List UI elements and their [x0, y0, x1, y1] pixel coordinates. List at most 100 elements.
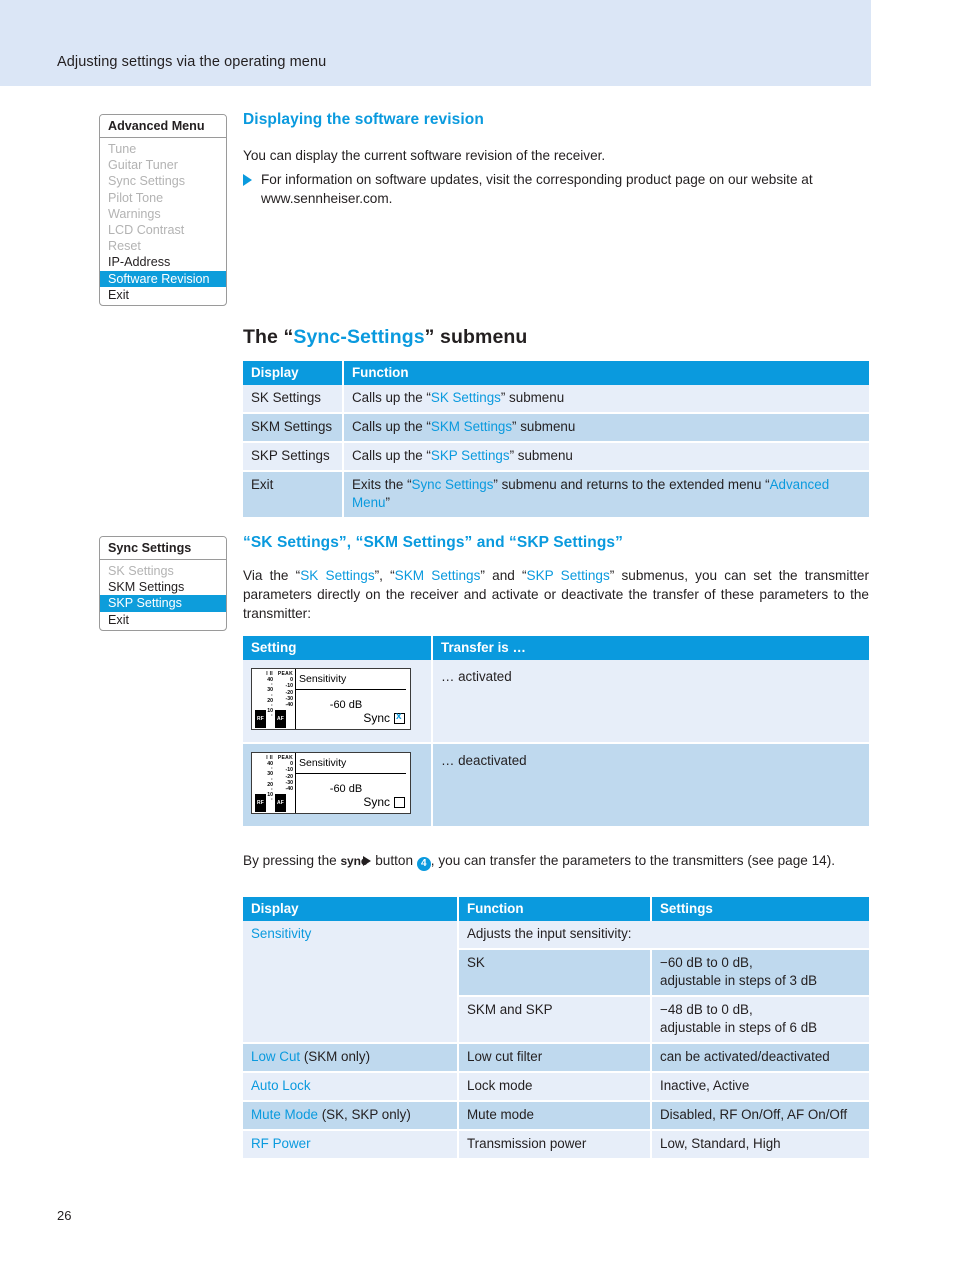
cell-settings: Disabled, RF On/Off, AF On/Off	[651, 1101, 869, 1131]
parameters-table-header-row: Display Function Settings	[243, 897, 869, 921]
inline-blue-term: SKM Settings	[430, 419, 513, 434]
inline-text: ” submenu	[512, 419, 576, 434]
advanced-menu-item-guitar-tuner[interactable]: Guitar Tuner	[100, 157, 226, 173]
sync-settings-menu-box: Sync Settings SK Settings SKM Settings SKP…	[99, 536, 227, 631]
sync-menu-item-skm-settings[interactable]: SKM Settings	[100, 579, 226, 595]
advanced-menu-item-software-revision[interactable]: Software Revision	[100, 270, 226, 287]
parameters-table: Display Function Settings Sensitivity Adjus…	[243, 897, 869, 1160]
sync-settings-section-heading: The “Sync-Settings” submenu	[243, 326, 527, 349]
inline-text: Via the “	[243, 568, 301, 583]
table-row: SKP Settings Calls up the “SKP Settings” …	[243, 442, 869, 472]
lcd-parameter-label: Sensitivity	[296, 669, 406, 690]
sync-settings-table-body: SK Settings Calls up the “SK Settings” su…	[243, 385, 869, 519]
sync-checkbox-unchecked-icon	[394, 796, 405, 808]
heading-blue: Sync-Settings	[293, 326, 425, 348]
table-row: Sensitivity Adjusts the input sensitivity…	[243, 921, 869, 1044]
cell-display: SKP Settings	[243, 442, 344, 472]
cell-settings: can be activated/deactivated	[651, 1043, 869, 1073]
lcd-sync-row: Sync	[363, 793, 405, 811]
sync-button-paragraph: By pressing the sync button 4, you can t…	[243, 851, 869, 871]
advanced-menu-item-ip-address[interactable]: IP-Address	[100, 254, 226, 270]
advanced-menu-item-warnings[interactable]: Warnings	[100, 206, 226, 222]
cell-display: SK Settings	[243, 385, 344, 414]
inline-text: Exits the “	[352, 477, 412, 492]
lcd-main-area: Sensitivity -60 dB Sync	[296, 753, 410, 813]
lcd-meter-area: I II 40 · 30 · 20 · 10 · PEAK 0 -10 -20 -30 -40 RF AF	[252, 669, 296, 729]
sync-menu-item-sk-settings[interactable]: SK Settings	[100, 563, 226, 579]
inline-text: ”	[385, 495, 390, 510]
cell-display: RF Power	[243, 1130, 459, 1160]
inline-blue-term: SKP Settings	[526, 568, 610, 583]
cell-display-term: Low Cut	[251, 1049, 301, 1064]
sync-para-middle: button	[375, 853, 414, 868]
sk-skm-skp-heading: “SK Settings”, “SKM Settings” and “SKP S…	[243, 534, 624, 551]
transfer-table-body: I II 40 · 30 · 20 · 10 · PEAK 0 -10 -20 -30 -40 RF AF Sen…	[243, 660, 869, 828]
table-row: Mute Mode (SK, SKP only) Mute mode Disable…	[243, 1101, 869, 1131]
cell-function: Calls up the “SKP Settings” submenu	[343, 442, 869, 472]
rf-label-tag: RF	[255, 710, 267, 728]
software-revision-heading: Displaying the software revision	[243, 111, 484, 128]
column-header-transfer-is-: Transfer is …	[432, 636, 869, 660]
inline-text: ” and “	[480, 568, 527, 583]
advanced-menu-title: Advanced Menu	[100, 115, 226, 138]
cell-transfer-state: … deactivated	[432, 743, 869, 828]
bullet-triangle-icon	[243, 174, 252, 186]
cell-setting-display: I II 40 · 30 · 20 · 10 · PEAK 0 -10 -20 -30 -40 RF AF Sen…	[243, 660, 433, 744]
software-revision-intro: You can display the current software rev…	[243, 148, 606, 163]
lcd-sync-label: Sync	[363, 795, 390, 809]
cell-display-term: RF Power	[251, 1136, 311, 1151]
table-row: SK Settings Calls up the “SK Settings” su…	[243, 385, 869, 414]
parameters-table-body: Sensitivity Adjusts the input sensitivity…	[243, 921, 869, 1160]
lcd-meter-area: I II 40 · 30 · 20 · 10 · PEAK 0 -10 -20 -30 -40 RF AF	[252, 753, 296, 813]
sync-settings-table-header-row: Display Function	[243, 361, 869, 385]
af-scale-tick: -40	[285, 702, 294, 709]
advanced-menu-item-reset[interactable]: Reset	[100, 238, 226, 254]
column-header-display: Display	[243, 897, 459, 921]
cell-function: SK	[458, 949, 652, 997]
cell-display: Auto Lock	[243, 1072, 459, 1102]
inline-text: ” submenu	[509, 448, 573, 463]
receiver-display-graphic: I II 40 · 30 · 20 · 10 · PEAK 0 -10 -20 -30 -40 RF AF Sen…	[251, 668, 411, 730]
inline-text: ” submenu	[500, 390, 565, 405]
advanced-menu-items: Tune Guitar Tuner Sync Settings Pilot Tone W…	[100, 138, 226, 305]
sync-settings-menu-title: Sync Settings	[100, 537, 226, 560]
transfer-table-header-row: Setting Transfer is …	[243, 636, 869, 660]
advanced-menu-item-lcd-contrast[interactable]: LCD Contrast	[100, 222, 226, 238]
advanced-menu-item-exit[interactable]: Exit	[100, 287, 226, 303]
cell-display: SKM Settings	[243, 413, 344, 443]
advanced-menu-item-sync-settings[interactable]: Sync Settings	[100, 173, 226, 189]
cell-settings: −48 dB to 0 dB, adjustable in steps of 6 …	[651, 996, 869, 1044]
column-header-setting: Setting	[243, 636, 433, 660]
inline-blue-term: Sync Settings	[411, 477, 494, 492]
cell-function: Adjusts the input sensitivity:	[458, 921, 869, 950]
cell-function: Low cut filter	[458, 1043, 652, 1073]
cell-display: Low Cut (SKM only)	[243, 1043, 459, 1073]
cell-settings-line: −48 dB to 0 dB,	[660, 1002, 753, 1017]
column-header-function: Function	[458, 897, 652, 921]
lcd-main-area: Sensitivity -60 dB Sync	[296, 669, 410, 729]
advanced-menu-item-tune[interactable]: Tune	[100, 141, 226, 157]
table-row: I II 40 · 30 · 20 · 10 · PEAK 0 -10 -20 -30 -40 RF AF Sen…	[243, 743, 869, 828]
callout-badge-4: 4	[416, 857, 431, 871]
af-label-tag: AF	[275, 710, 287, 728]
table-row: Auto Lock Lock mode Inactive, Active	[243, 1072, 869, 1102]
inline-text: Calls up the “	[352, 419, 431, 434]
cell-function: Exits the “Sync Settings” submenu and re…	[343, 471, 869, 519]
lcd-sync-label: Sync	[363, 711, 390, 725]
af-meter-scale: PEAK 0 -10 -20 -30 -40	[274, 755, 293, 792]
advanced-menu-item-pilot-tone[interactable]: Pilot Tone	[100, 190, 226, 206]
sync-para-after: , you can transfer the parameters to the…	[430, 853, 836, 868]
table-row: Low Cut (SKM only) Low cut filter can be a…	[243, 1043, 869, 1073]
sync-menu-item-exit[interactable]: Exit	[100, 612, 226, 628]
page-number: 26	[57, 1208, 72, 1223]
cell-display: Exit	[243, 471, 344, 519]
receiver-display-graphic: I II 40 · 30 · 20 · 10 · PEAK 0 -10 -20 -30 -40 RF AF Sen…	[251, 752, 411, 814]
table-row: RF Power Transmission power Low, Standard,…	[243, 1130, 869, 1160]
sync-menu-item-skp-settings[interactable]: SKP Settings	[100, 595, 226, 612]
table-row: Exit Exits the “Sync Settings” submenu an…	[243, 471, 869, 519]
inline-blue-term: SKM Settings	[394, 568, 481, 583]
column-header-settings: Settings	[651, 897, 869, 921]
inline-text: ”, “	[374, 568, 395, 583]
cell-display-note: (SKM only)	[300, 1049, 371, 1064]
cell-function: Mute mode	[458, 1101, 652, 1131]
